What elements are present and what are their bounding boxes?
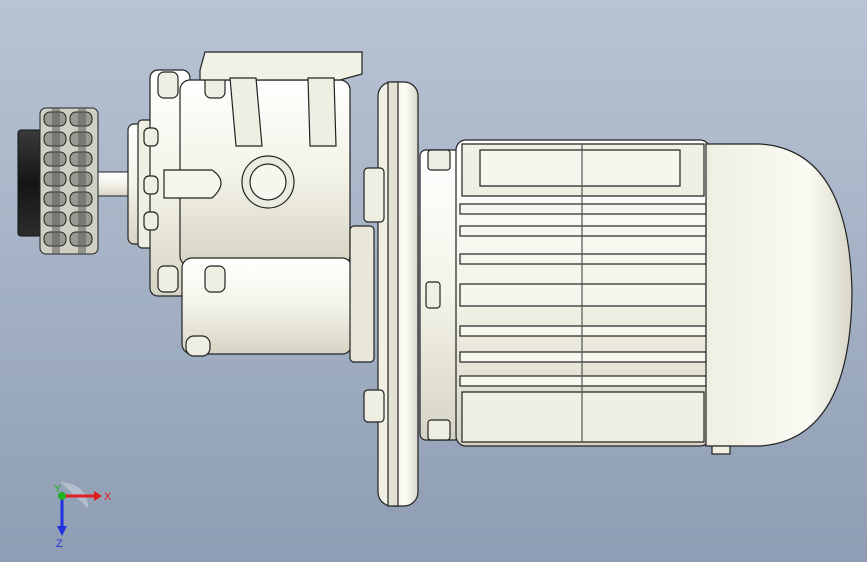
sprocket-wheel [17,107,99,255]
pump-housing [127,51,375,363]
drive-shaft [97,171,133,197]
electric-motor-body [419,139,727,447]
x-arrowhead-icon [94,491,102,501]
z-arrowhead-icon [57,526,67,536]
z-axis-label: Z [56,538,63,548]
y-axis-label: Y [54,483,62,495]
x-axis-label: X [104,491,112,503]
fan-cover [705,143,853,455]
coordinate-triad: X Y Z [54,482,112,548]
pump-motor-assembly-model[interactable] [0,0,867,562]
cad-viewport[interactable]: X Y Z [0,0,867,562]
